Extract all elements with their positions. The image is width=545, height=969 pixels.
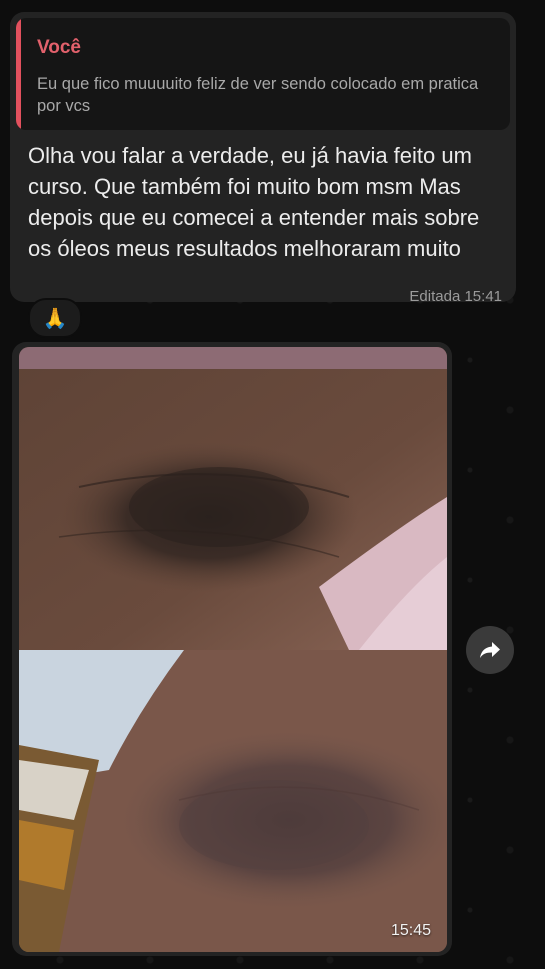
quoted-reply[interactable]: Você Eu que fico muuuuito feliz de ver s…	[16, 18, 510, 130]
image-timestamp: 15:45	[390, 922, 431, 939]
reaction-badge[interactable]: 🙏	[28, 298, 82, 338]
photo-after[interactable]: 15:45	[19, 650, 447, 952]
forward-button[interactable]	[466, 626, 514, 674]
chat-area: Você Eu que fico muuuuito feliz de ver s…	[0, 0, 545, 969]
forward-arrow-icon	[480, 642, 500, 658]
quote-text: Eu que fico muuuuito feliz de ver sendo …	[37, 75, 479, 115]
message-edited-time: Editada 15:41	[409, 288, 502, 305]
quote-author: Você	[37, 37, 82, 58]
photo-after-image	[19, 650, 447, 952]
image-message-bubble[interactable]: 15:45	[12, 342, 452, 956]
quote-accent-bar	[16, 18, 21, 130]
message-bubble[interactable]: Você Eu que fico muuuuito feliz de ver s…	[10, 12, 516, 305]
photo-before-image	[19, 347, 447, 650]
message-text: Olha vou falar a verdade, eu já havia fe…	[28, 143, 480, 261]
photo-before[interactable]	[19, 347, 447, 650]
